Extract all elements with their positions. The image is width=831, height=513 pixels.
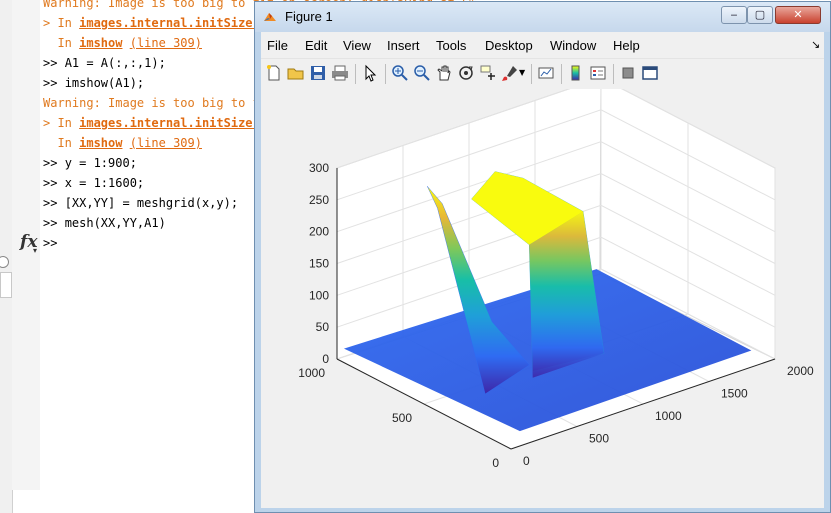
x-tick-label: 1500 bbox=[721, 387, 748, 401]
command-line: >> imshow(A1); bbox=[43, 76, 144, 90]
stack-function-link[interactable]: images.internal.initSize bbox=[79, 116, 252, 130]
command-line: >> x = 1:1600; bbox=[43, 176, 144, 190]
figure-title: Figure 1 bbox=[285, 9, 333, 24]
y-tick-label: 0 bbox=[492, 456, 499, 470]
toolbar-separator bbox=[531, 64, 532, 84]
panel-field bbox=[0, 272, 12, 298]
zoom-out-icon[interactable] bbox=[413, 64, 431, 82]
matlab-logo-icon bbox=[264, 13, 276, 21]
figure-window[interactable]: Figure 1 ‒ ▢ ✕ File Edit View Insert Too… bbox=[254, 1, 831, 513]
stack-line-link[interactable]: (line 309) bbox=[130, 136, 202, 150]
menu-edit[interactable]: Edit bbox=[305, 38, 327, 53]
prompt: >> bbox=[43, 196, 65, 210]
stack-function-link[interactable]: imshow bbox=[79, 36, 122, 50]
stack-prefix: In bbox=[43, 136, 80, 150]
z-tick-label: 200 bbox=[309, 225, 329, 239]
brush-dropdown-icon[interactable]: ▼ bbox=[519, 68, 525, 77]
fx-dropdown-icon[interactable]: ▾ bbox=[33, 246, 37, 255]
command-line: In imshow (line 309) bbox=[43, 136, 202, 150]
command-text: x = 1:1600; bbox=[64, 176, 145, 190]
menu-window[interactable]: Window bbox=[550, 38, 596, 53]
z-tick-label: 100 bbox=[309, 288, 329, 302]
toolbar-separator bbox=[613, 64, 614, 84]
command-line: >> [XX,YY] = meshgrid(x,y); bbox=[43, 196, 238, 210]
command-line: >> mesh(XX,YY,A1) bbox=[43, 216, 166, 230]
z-tick-label: 300 bbox=[309, 161, 329, 175]
x-tick-label: 500 bbox=[589, 432, 609, 446]
zoom-in-icon[interactable] bbox=[391, 64, 409, 82]
show-plot-tools-icon[interactable] bbox=[641, 64, 659, 82]
y-tick-label: 500 bbox=[392, 411, 412, 425]
stack-function-link[interactable]: images.internal.initSize bbox=[79, 16, 252, 30]
prompt: >> bbox=[43, 56, 65, 70]
x-tick-label: 2000 bbox=[787, 364, 814, 378]
prompt: >> bbox=[43, 236, 65, 250]
panel-radio-icon bbox=[0, 256, 9, 268]
command-line: In imshow (line 309) bbox=[43, 36, 202, 50]
z-tick-label: 50 bbox=[316, 320, 330, 334]
colorbar-icon[interactable] bbox=[567, 64, 585, 82]
toolbar-separator bbox=[561, 64, 562, 84]
link-plot-icon[interactable] bbox=[537, 64, 555, 82]
data-cursor-icon[interactable] bbox=[479, 64, 497, 82]
print-icon[interactable] bbox=[331, 64, 349, 82]
command-text: [XX,YY] = meshgrid(x,y); bbox=[64, 196, 239, 210]
z-tick-label: 150 bbox=[309, 257, 329, 271]
z-tick-label: 0 bbox=[322, 352, 329, 366]
menu-desktop[interactable]: Desktop bbox=[485, 38, 533, 53]
figure-menu-bar: File Edit View Insert Tools Desktop Wind… bbox=[261, 32, 824, 58]
y-tick-label: 1000 bbox=[298, 366, 325, 380]
open-file-icon[interactable] bbox=[287, 64, 305, 82]
minimize-button[interactable]: ‒ bbox=[721, 6, 747, 24]
prompt: >> bbox=[43, 176, 65, 190]
stack-line-link[interactable]: (line 309) bbox=[130, 36, 202, 50]
z-tick-label: 250 bbox=[309, 193, 329, 207]
select-arrow-icon[interactable] bbox=[361, 64, 379, 82]
new-figure-icon[interactable] bbox=[265, 64, 283, 82]
prompt: >> bbox=[43, 156, 65, 170]
rotate-3d-icon[interactable] bbox=[457, 64, 475, 82]
figure-toolbar: ▼ bbox=[261, 58, 824, 90]
close-button[interactable]: ✕ bbox=[775, 6, 821, 24]
command-text: imshow(A1); bbox=[64, 76, 145, 90]
mesh-plot[interactable]: 0501001502002503000500100005001000150020… bbox=[261, 77, 824, 508]
menu-file[interactable]: File bbox=[267, 38, 288, 53]
menu-insert[interactable]: Insert bbox=[387, 38, 420, 53]
brush-icon[interactable] bbox=[501, 64, 519, 82]
dock-arrow-icon[interactable]: ↘ bbox=[811, 38, 820, 51]
save-icon[interactable] bbox=[309, 64, 327, 82]
toolbar-separator bbox=[355, 64, 356, 84]
axes-area[interactable]: 0 50 100 150 200 250 300 0 500 1000 0 500 1000 1500 20… bbox=[261, 77, 824, 508]
stack-prefix: > In bbox=[43, 116, 80, 130]
prompt: >> bbox=[43, 216, 65, 230]
command-text: y = 1:900; bbox=[64, 156, 137, 170]
x-tick-label: 0 bbox=[523, 454, 530, 468]
legend-icon[interactable] bbox=[589, 64, 607, 82]
stack-function-link[interactable]: imshow bbox=[79, 136, 122, 150]
command-text: mesh(XX,YY,A1) bbox=[64, 216, 166, 230]
command-line: >> y = 1:900; bbox=[43, 156, 137, 170]
pan-hand-icon[interactable] bbox=[435, 64, 453, 82]
prompt: >> bbox=[43, 76, 65, 90]
menu-tools[interactable]: Tools bbox=[436, 38, 466, 53]
command-text: A1 = A(:,:,1); bbox=[64, 56, 166, 70]
command-line: >> bbox=[43, 236, 65, 250]
figure-title-bar[interactable]: Figure 1 ‒ ▢ ✕ bbox=[255, 2, 830, 32]
figure-client-area: File Edit View Insert Tools Desktop Wind… bbox=[261, 32, 824, 508]
x-tick-label: 1000 bbox=[655, 409, 682, 423]
hide-plot-tools-icon[interactable] bbox=[619, 64, 637, 82]
menu-view[interactable]: View bbox=[343, 38, 371, 53]
maximize-button[interactable]: ▢ bbox=[747, 6, 773, 24]
stack-prefix: > In bbox=[43, 16, 80, 30]
command-line: >> A1 = A(:,:,1); bbox=[43, 56, 166, 70]
toolbar-separator bbox=[385, 64, 386, 84]
menu-help[interactable]: Help bbox=[613, 38, 640, 53]
stack-prefix: In bbox=[43, 36, 80, 50]
